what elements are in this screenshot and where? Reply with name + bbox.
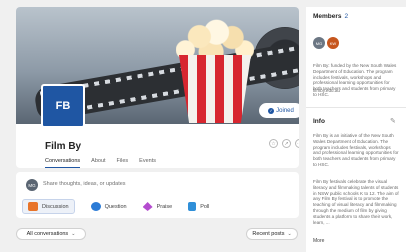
star-icon[interactable]: ☆: [269, 139, 278, 148]
info-paragraph: Film By is an initiative of the New Sout…: [313, 133, 399, 167]
poll-label: Poll: [200, 203, 210, 210]
share-icon[interactable]: ↗: [282, 139, 291, 148]
group-header-card: ✓ Joined FB Film By ☆ ↗ ⋯ Conversations …: [16, 7, 299, 168]
post-type-bar: Discussion Question Praise Poll: [22, 199, 209, 214]
popcorn-cup-graphic: [179, 55, 251, 123]
members-count: 2: [344, 13, 349, 20]
more-link[interactable]: More: [313, 238, 399, 244]
members-heading[interactable]: Members 2: [313, 13, 399, 20]
info-heading: Info: [313, 118, 325, 125]
question-label: Question: [104, 203, 127, 210]
filter-label: All conversations: [26, 231, 69, 237]
joined-button[interactable]: ✓ Joined: [259, 103, 299, 118]
edit-icon[interactable]: ✎: [390, 117, 396, 125]
chevron-down-icon: ⌄: [287, 231, 292, 237]
compose-input[interactable]: Share thoughts, ideas, or updates: [43, 181, 126, 187]
question-button[interactable]: Question: [90, 199, 127, 214]
chevron-down-icon: ⌄: [71, 231, 76, 237]
members-title: Members: [313, 13, 342, 20]
tab-events[interactable]: Events: [139, 158, 156, 168]
group-title: Film By: [45, 141, 82, 152]
group-initials: FB: [55, 100, 71, 112]
group-tabs: Conversations About Files Events: [45, 158, 156, 168]
discussion-button[interactable]: Discussion: [22, 199, 75, 214]
check-icon: ✓: [268, 107, 275, 114]
praise-label: Praise: [156, 203, 173, 210]
avatar[interactable]: MG: [313, 37, 325, 49]
praise-button[interactable]: Praise: [142, 199, 173, 214]
question-icon: [90, 202, 101, 211]
poll-icon: [188, 202, 197, 211]
tab-conversations[interactable]: Conversations: [45, 158, 81, 168]
tab-files[interactable]: Files: [117, 158, 129, 168]
avatar[interactable]: KW: [327, 37, 339, 49]
sort-label: Recent posts: [252, 231, 285, 237]
more-options-icon[interactable]: ⋯: [295, 139, 299, 148]
user-initials: MG: [28, 182, 36, 188]
discussion-label: Discussion: [42, 203, 69, 210]
post-composer: MG Share thoughts, ideas, or updates Dis…: [16, 172, 299, 218]
sort-dropdown[interactable]: Recent posts ⌄: [246, 228, 298, 240]
poll-button[interactable]: Poll: [188, 199, 209, 214]
group-avatar: FB: [41, 84, 85, 128]
discussion-icon: [28, 202, 38, 211]
website-link[interactable]: filmby.edu.au: [313, 88, 399, 93]
info-paragraph: Film By festivals celebrate the visual l…: [313, 179, 399, 225]
praise-icon: [142, 202, 153, 211]
joined-label: Joined: [276, 107, 294, 114]
header-actions: ☆ ↗ ⋯: [269, 139, 299, 148]
conversations-filter-dropdown[interactable]: All conversations ⌄: [16, 228, 86, 240]
group-sidebar: Members 2 MG KW Film By: funded by the N…: [306, 7, 406, 252]
divider: [306, 107, 406, 108]
member-avatar-list: MG KW: [313, 37, 399, 49]
user-avatar: MG: [26, 179, 38, 191]
tab-about[interactable]: About: [91, 158, 105, 168]
